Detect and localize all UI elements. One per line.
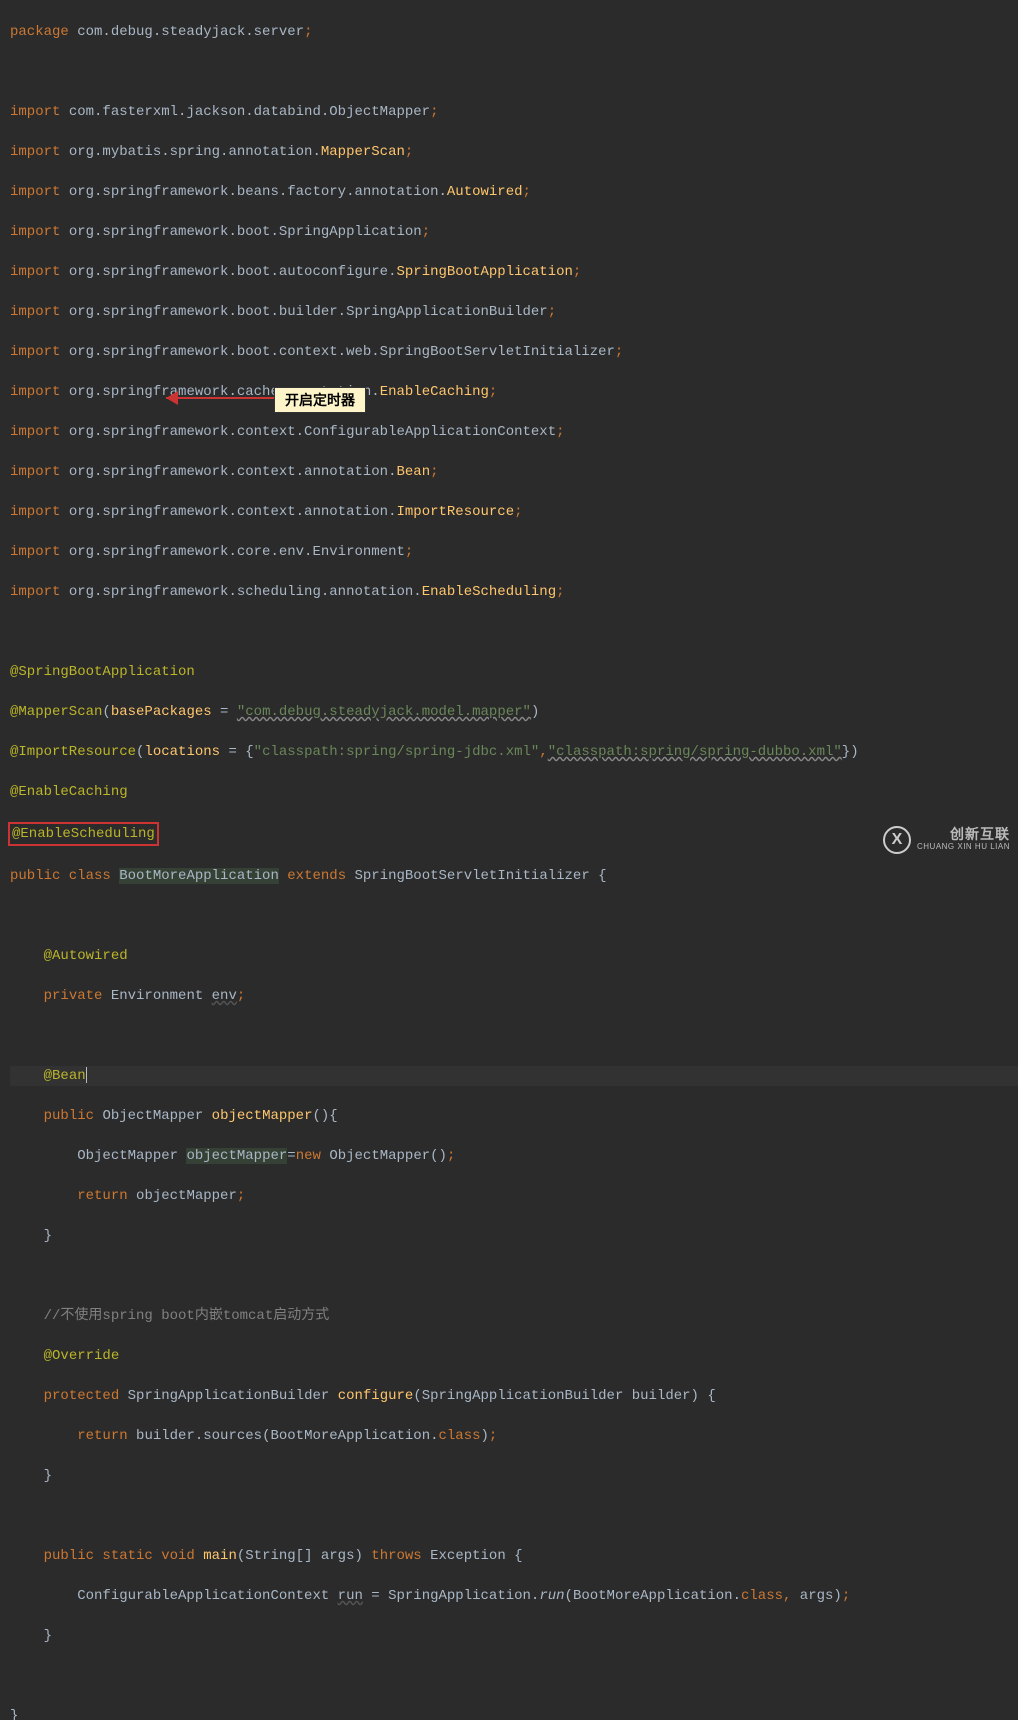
code-line xyxy=(10,1026,1018,1046)
code-line xyxy=(10,1506,1018,1526)
code-line: } xyxy=(10,1466,1018,1486)
code-line: } xyxy=(10,1706,1018,1720)
code-line: @EnableScheduling xyxy=(10,822,1018,846)
code-line: @SpringBootApplication xyxy=(10,662,1018,682)
code-line: //不使用spring boot内嵌tomcat启动方式 xyxy=(10,1306,1018,1326)
code-line: import org.springframework.boot.autoconf… xyxy=(10,262,1018,282)
code-line: public ObjectMapper objectMapper(){ xyxy=(10,1106,1018,1126)
code-line: } xyxy=(10,1226,1018,1246)
code-line: import org.springframework.core.env.Envi… xyxy=(10,542,1018,562)
code-line: import org.springframework.boot.context.… xyxy=(10,342,1018,362)
watermark-brand: 创新互联 xyxy=(917,828,1010,840)
code-line: public static void main(String[] args) t… xyxy=(10,1546,1018,1566)
code-line: import org.springframework.boot.SpringAp… xyxy=(10,222,1018,242)
code-line: public class BootMoreApplication extends… xyxy=(10,866,1018,886)
code-line: @ImportResource(locations = {"classpath:… xyxy=(10,742,1018,762)
code-line: @MapperScan(basePackages = "com.debug.st… xyxy=(10,702,1018,722)
code-line: import org.springframework.context.annot… xyxy=(10,502,1018,522)
code-line: @Override xyxy=(10,1346,1018,1366)
code-line: protected SpringApplicationBuilder confi… xyxy=(10,1386,1018,1406)
code-line: import org.springframework.scheduling.an… xyxy=(10,582,1018,602)
code-line: import com.fasterxml.jackson.databind.Ob… xyxy=(10,102,1018,122)
arrow-line xyxy=(166,397,274,399)
code-line: import org.springframework.context.Confi… xyxy=(10,422,1018,442)
code-line: import org.springframework.context.annot… xyxy=(10,462,1018,482)
code-line: return builder.sources(BootMoreApplicati… xyxy=(10,1426,1018,1446)
code-line xyxy=(10,906,1018,926)
code-line: import org.springframework.beans.factory… xyxy=(10,182,1018,202)
code-line: import org.springframework.cache.annotat… xyxy=(10,382,1018,402)
code-line xyxy=(10,62,1018,82)
watermark-logo-icon: X xyxy=(883,826,911,854)
code-line xyxy=(10,622,1018,642)
code-line: private Environment env; xyxy=(10,986,1018,1006)
code-line: return objectMapper; xyxy=(10,1186,1018,1206)
code-line-current: @Bean xyxy=(10,1066,1018,1086)
code-line: ObjectMapper objectMapper=new ObjectMapp… xyxy=(10,1146,1018,1166)
callout-label: 开启定时器 xyxy=(274,387,366,413)
code-line: @EnableCaching xyxy=(10,782,1018,802)
code-line: package com.debug.steadyjack.server; xyxy=(10,22,1018,42)
code-line: ConfigurableApplicationContext run = Spr… xyxy=(10,1586,1018,1606)
highlighted-annotation: @EnableScheduling xyxy=(8,822,159,846)
code-line xyxy=(10,1266,1018,1286)
watermark-sub: CHUANG XIN HU LIAN xyxy=(917,842,1010,851)
arrow-head-icon xyxy=(166,391,178,405)
code-line: } xyxy=(10,1626,1018,1646)
code-line xyxy=(10,1666,1018,1686)
code-line: import org.mybatis.spring.annotation.Map… xyxy=(10,142,1018,162)
text-cursor xyxy=(86,1067,87,1083)
code-line: import org.springframework.boot.builder.… xyxy=(10,302,1018,322)
watermark: X 创新互联 CHUANG XIN HU LIAN xyxy=(883,826,1010,854)
code-editor[interactable]: package com.debug.steadyjack.server; imp… xyxy=(0,0,1018,1720)
code-line: @Autowired xyxy=(10,946,1018,966)
